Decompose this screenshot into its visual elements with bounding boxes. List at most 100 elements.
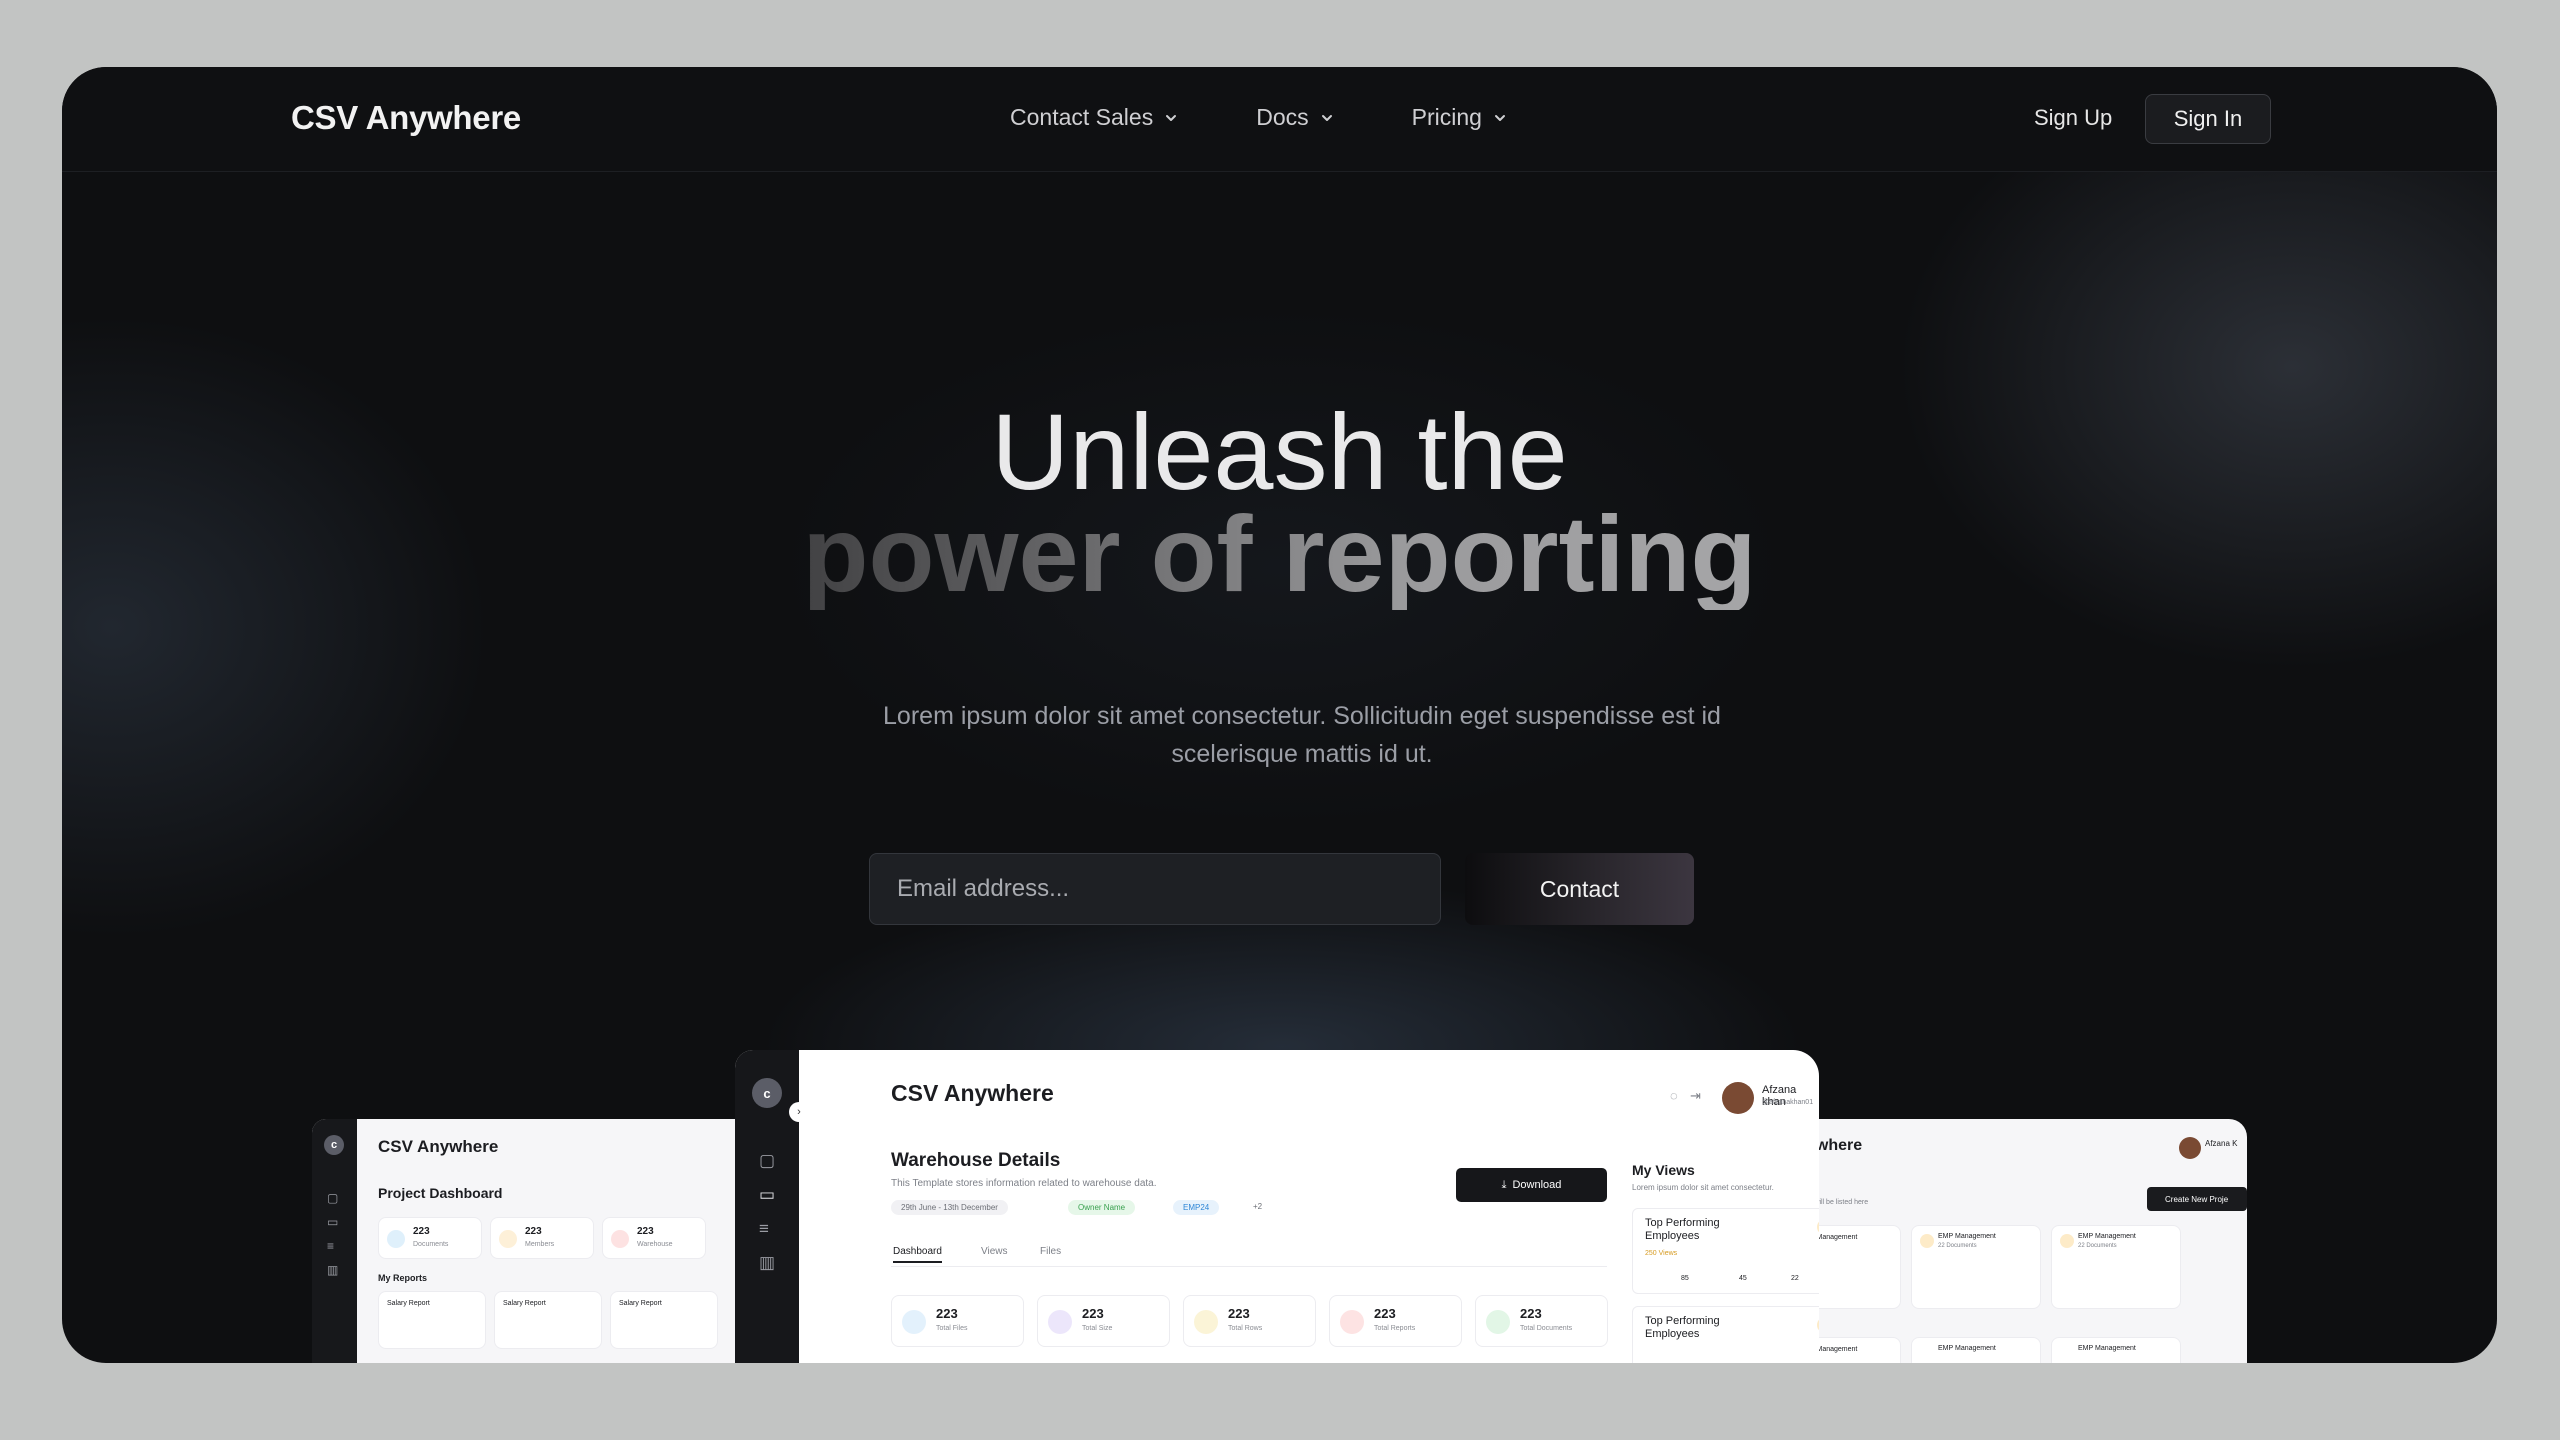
- tag-owner: Owner Name: [1068, 1200, 1136, 1215]
- stat-label: Total Size: [1082, 1325, 1113, 1332]
- email-input[interactable]: Email address...: [869, 853, 1441, 925]
- stat-card: 223 Total Rows: [1183, 1295, 1316, 1347]
- logo[interactable]: CSV Anywhere: [291, 99, 521, 137]
- preview-left-app-title: CSV Anywhere: [378, 1137, 499, 1156]
- files-icon: [902, 1310, 926, 1334]
- document-icon: [387, 1230, 405, 1248]
- chevron-down-icon: [1494, 114, 1505, 121]
- stat-label: Total Documents: [1520, 1325, 1573, 1332]
- project-title: EMP Management: [2078, 1233, 2136, 1240]
- contact-button[interactable]: Contact: [1465, 853, 1694, 925]
- section-title: Warehouse Details: [891, 1150, 1061, 1171]
- stat-card: 223 Total Documents: [1475, 1295, 1608, 1347]
- report-title: Salary Report: [619, 1300, 662, 1307]
- top-navbar: CSV Anywhere Contact Sales Docs Pricing …: [62, 67, 2497, 172]
- section-description: This Template stores information related…: [891, 1178, 1157, 1189]
- project-meta: 22 Documents: [1938, 1243, 1977, 1249]
- chevron-down-icon: [1321, 114, 1332, 121]
- tag-label: EMP24: [1183, 1203, 1210, 1212]
- view-title: Top Performing Employees: [1645, 1315, 1720, 1340]
- stat-value: 223: [1082, 1306, 1104, 1321]
- report-title: Salary Report: [503, 1300, 546, 1307]
- dashboard-icon[interactable]: ▢: [759, 1151, 775, 1171]
- dashboard-icon: ▢: [327, 1191, 339, 1205]
- project-meta: 22 Documents: [2078, 1243, 2117, 1249]
- project-icon: [1920, 1234, 1934, 1248]
- list-icon: ≡: [327, 1239, 335, 1253]
- tab-dashboard[interactable]: Dashboard: [893, 1246, 942, 1263]
- report-card: Salary Report: [378, 1291, 486, 1349]
- tab-views[interactable]: Views: [981, 1246, 1008, 1257]
- stat-card: 223 Total Size: [1037, 1295, 1170, 1347]
- reports-heading: My Reports: [378, 1273, 428, 1283]
- tabs-divider: [891, 1266, 1607, 1267]
- stat-card: 223 Warehouse: [602, 1217, 706, 1259]
- report-title: Salary Report: [387, 1300, 430, 1307]
- project-card: P Management: [1807, 1225, 1901, 1309]
- stat-value: 223: [525, 1226, 542, 1237]
- preview-main-avatar: c: [752, 1078, 782, 1108]
- user-avatar: [2179, 1137, 2201, 1159]
- list-icon[interactable]: ≡: [759, 1219, 769, 1239]
- stat-value: 223: [1228, 1306, 1250, 1321]
- chart-icon[interactable]: ▥: [759, 1253, 775, 1273]
- user-avatar[interactable]: [1722, 1082, 1754, 1114]
- sign-in-button[interactable]: Sign In: [2145, 94, 2271, 144]
- tag-label: 29th June - 13th December: [901, 1203, 998, 1212]
- stat-label: Members: [525, 1241, 555, 1248]
- view-card[interactable]: Top Performing Employees 250 Views 85 45…: [1632, 1208, 1819, 1294]
- view-stat: 22: [1791, 1275, 1799, 1282]
- views-title: My Views: [1632, 1162, 1695, 1178]
- view-title: Top Performing Employees: [1645, 1217, 1720, 1242]
- project-card: EMP Management: [2051, 1337, 2181, 1363]
- stat-value: 223: [637, 1226, 654, 1237]
- logout-icon[interactable]: ⇥: [1690, 1088, 1701, 1104]
- download-button[interactable]: ⤓ Download: [1456, 1168, 1607, 1202]
- stat-label: Total Files: [936, 1325, 968, 1332]
- preview-left-dashboard: c ▢ ▭ ≡ ▥ CSV Anywhere Project Dashboard…: [312, 1119, 752, 1363]
- preview-left-sidebar: [312, 1119, 357, 1363]
- preview-main-dashboard: c › ▢ ▭ ≡ ▥ CSV Anywhere ◌ ⇥ Afzana khan…: [735, 1050, 1819, 1363]
- folder-icon: ▭: [327, 1215, 339, 1229]
- download-label: Download: [1512, 1179, 1562, 1191]
- tag-label: Owner Name: [1078, 1203, 1126, 1212]
- view-stat: 45: [1739, 1275, 1747, 1282]
- reports-icon: [1340, 1310, 1364, 1334]
- stat-card: 223 Total Reports: [1329, 1295, 1462, 1347]
- tag-more[interactable]: +2: [1253, 1202, 1262, 1211]
- stat-value: 223: [936, 1306, 958, 1321]
- view-card[interactable]: Top Performing Employees: [1632, 1306, 1819, 1363]
- sign-up-link[interactable]: Sign Up: [2034, 105, 2112, 131]
- nav-item-docs[interactable]: Docs: [1256, 104, 1334, 131]
- arrow-right-icon: [1817, 1219, 1819, 1235]
- preview-main-app-title: CSV Anywhere: [891, 1080, 1054, 1106]
- tag-emp: EMP24: [1173, 1200, 1220, 1215]
- nav-item-label: Contact Sales: [1010, 104, 1154, 130]
- stat-label: Warehouse: [637, 1241, 673, 1248]
- stat-label: Total Reports: [1374, 1325, 1416, 1332]
- tag-label: +2: [1253, 1202, 1263, 1211]
- project-card: EMP Management: [1911, 1337, 2041, 1363]
- view-stat: 85: [1681, 1275, 1689, 1282]
- stat-value: 223: [1520, 1306, 1542, 1321]
- views-description: Lorem ipsum dolor sit amet consectetur.: [1632, 1183, 1774, 1192]
- tab-files[interactable]: Files: [1040, 1246, 1061, 1257]
- user-handle: @afzanakhan01: [1762, 1099, 1814, 1106]
- size-icon: [1048, 1310, 1072, 1334]
- arrow-right-icon: [1817, 1317, 1819, 1333]
- rows-icon: [1194, 1310, 1218, 1334]
- sidebar-toggle-button[interactable]: ›: [789, 1102, 809, 1122]
- nav-item-contact-sales[interactable]: Contact Sales: [1010, 104, 1179, 131]
- nav-item-pricing[interactable]: Pricing: [1412, 104, 1508, 131]
- stat-card: 223 Members: [490, 1217, 594, 1259]
- preview-left-avatar: c: [324, 1135, 344, 1155]
- browser-frame: CSV Anywhere Contact Sales Docs Pricing …: [62, 67, 2497, 1363]
- stat-value: 223: [1374, 1306, 1396, 1321]
- folder-icon[interactable]: ▭: [759, 1185, 775, 1205]
- hero-subtitle: Lorem ipsum dolor sit amet consectetur. …: [883, 702, 1721, 768]
- bell-icon[interactable]: ◌: [1670, 1088, 1678, 1103]
- project-title: EMP Management: [1938, 1233, 1996, 1240]
- view-meta: 250 Views: [1645, 1250, 1678, 1257]
- create-project-button[interactable]: Create New Proje: [2147, 1187, 2247, 1211]
- nav-item-label: Pricing: [1411, 104, 1482, 130]
